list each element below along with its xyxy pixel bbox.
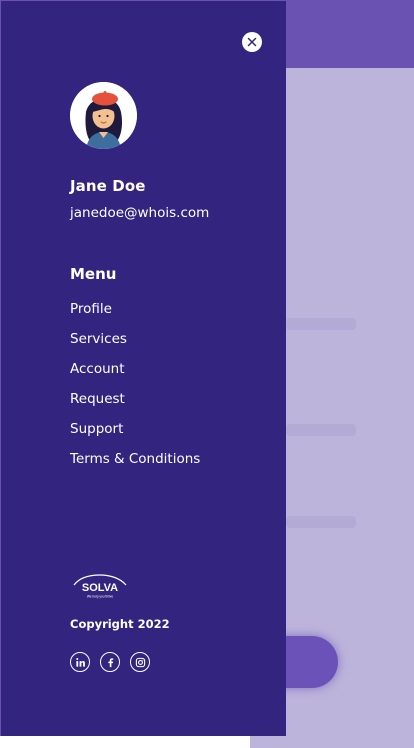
close-button[interactable] [242, 32, 262, 52]
svg-text:We help you thrive: We help you thrive [87, 595, 114, 599]
copyright-text: Copyright 2022 [70, 617, 170, 631]
linkedin-icon[interactable] [70, 652, 90, 672]
car-logo-icon: SOLVA We help you thrive [73, 574, 127, 599]
menu-item-profile[interactable]: Profile [70, 299, 200, 329]
menu-item-services[interactable]: Services [70, 329, 200, 359]
menu-item-terms[interactable]: Terms & Conditions [70, 449, 200, 479]
facebook-icon[interactable] [100, 652, 120, 672]
avatar-illustration [70, 82, 137, 149]
background-placeholder [286, 424, 356, 436]
menu-item-support[interactable]: Support [70, 419, 200, 449]
instagram-icon[interactable] [130, 652, 150, 672]
background-placeholder [286, 318, 356, 330]
menu-item-request[interactable]: Request [70, 389, 200, 419]
solva-logo: SOLVA We help you thrive [70, 572, 130, 600]
user-name: Jane Doe [70, 177, 146, 195]
svg-text:SOLVA: SOLVA [82, 582, 118, 594]
avatar[interactable] [70, 82, 137, 149]
close-icon [247, 37, 257, 47]
menu-heading: Menu [70, 265, 117, 283]
menu-item-account[interactable]: Account [70, 359, 200, 389]
menu-list: Profile Services Account Request Support… [70, 299, 200, 479]
side-drawer: Jane Doe janedoe@whois.com Menu Profile … [1, 1, 286, 736]
user-email: janedoe@whois.com [70, 205, 210, 221]
social-links [70, 652, 150, 672]
background-placeholder [286, 516, 356, 528]
